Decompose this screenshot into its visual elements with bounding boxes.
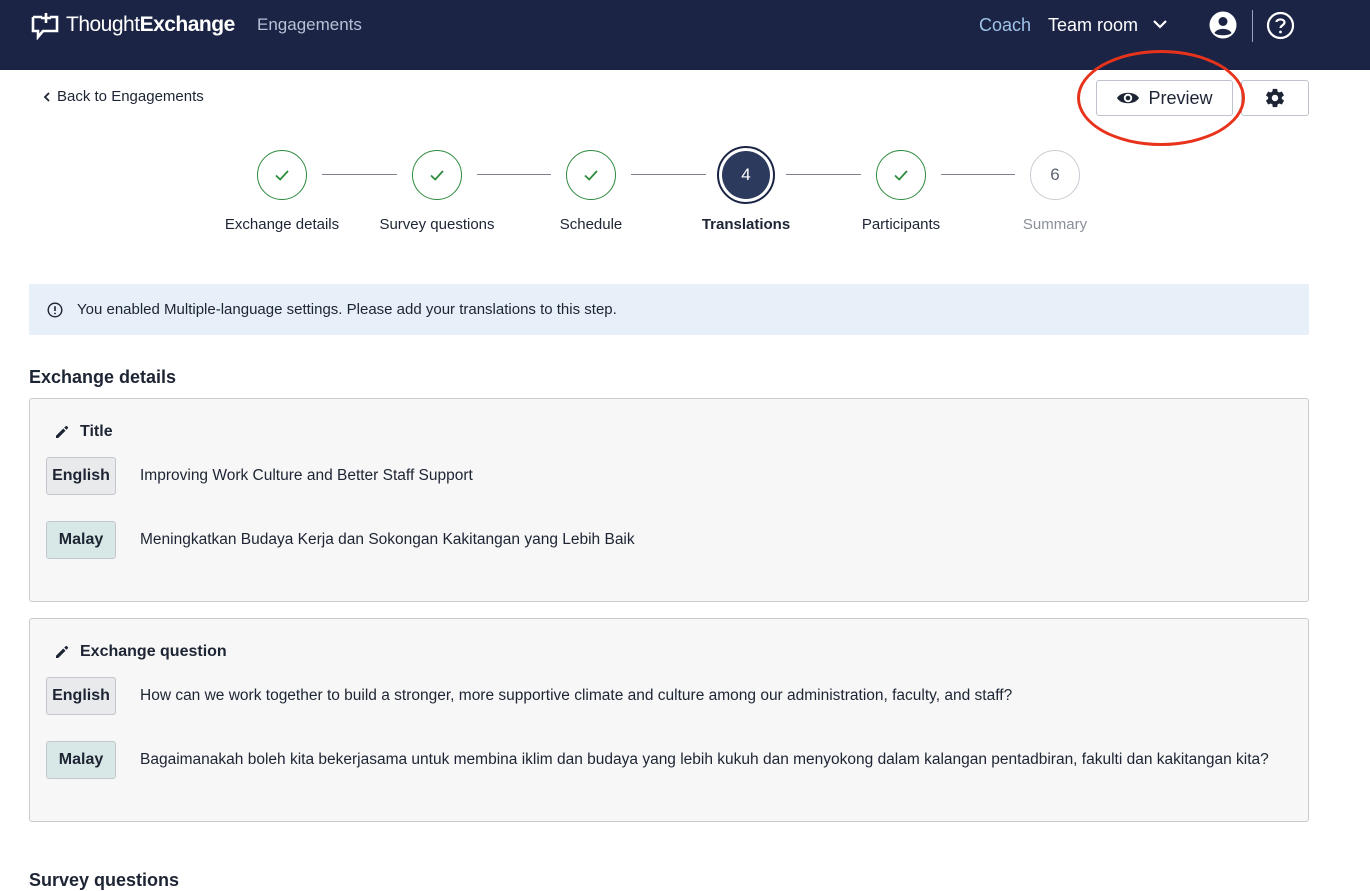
- user-account-icon[interactable]: [1209, 11, 1237, 39]
- pencil-icon: [56, 645, 69, 658]
- card-heading-label: Title: [80, 423, 113, 440]
- chevron-down-icon[interactable]: [1150, 14, 1170, 34]
- checkmark-icon: [430, 170, 444, 181]
- step-complete-indicator: [876, 150, 926, 200]
- nav-divider: [1252, 10, 1253, 42]
- step-number: 6: [1030, 150, 1080, 200]
- step-label: Exchange details: [224, 216, 340, 233]
- step-complete-indicator: [412, 150, 462, 200]
- section-title-survey-questions: Survey questions: [29, 870, 180, 890]
- back-to-engagements-link[interactable]: Back to Engagements: [41, 88, 204, 105]
- card-heading-label: Exchange question: [80, 643, 227, 660]
- malay-row[interactable]: Malay Meningkatkan Budaya Kerja dan Soko…: [46, 521, 635, 559]
- step-number: 4: [722, 151, 770, 199]
- step-complete-indicator: [566, 150, 616, 200]
- english-row: English How can we work together to buil…: [46, 677, 1012, 715]
- checkmark-icon: [275, 170, 289, 181]
- language-tag-english: English: [46, 457, 116, 495]
- settings-button[interactable]: [1241, 80, 1309, 116]
- help-icon[interactable]: [1266, 11, 1295, 40]
- exchange-question-translation-card: Exchange question English How can we wor…: [29, 618, 1309, 822]
- language-tag-english: English: [46, 677, 116, 715]
- alert-text: You enabled Multiple-language settings. …: [77, 301, 617, 318]
- title-translation-card: Title English Improving Work Culture and…: [29, 398, 1309, 602]
- nav-engagements-link[interactable]: Engagements: [257, 15, 362, 35]
- english-text: Improving Work Culture and Better Staff …: [140, 467, 473, 484]
- pencil-icon: [56, 425, 69, 438]
- checkmark-icon: [584, 170, 598, 181]
- card-heading[interactable]: Title: [54, 423, 113, 441]
- step-survey-questions[interactable]: Survey questions: [367, 150, 507, 233]
- back-label: Back to Engagements: [57, 88, 204, 105]
- logo-text: ThoughtExchange: [66, 13, 235, 36]
- info-alert: You enabled Multiple-language settings. …: [29, 284, 1309, 335]
- section-title-exchange-details: Exchange details: [29, 367, 177, 387]
- english-text: How can we work together to build a stro…: [140, 687, 1013, 704]
- logo-icon: [31, 13, 59, 40]
- step-label: Survey questions: [379, 216, 495, 233]
- nav-team-room-menu[interactable]: Team room: [1048, 15, 1138, 36]
- gear-icon: [1266, 88, 1284, 108]
- step-label: Schedule: [559, 216, 623, 233]
- english-row: English Improving Work Culture and Bette…: [46, 457, 473, 495]
- thoughtexchange-logo[interactable]: ThoughtExchange: [30, 10, 235, 40]
- step-complete-indicator: [257, 150, 307, 200]
- malay-row[interactable]: Malay Bagaimanakah boleh kita bekerjasam…: [46, 741, 1269, 779]
- info-icon: [47, 301, 63, 318]
- language-tag-malay: Malay: [46, 741, 116, 779]
- card-heading[interactable]: Exchange question: [54, 643, 227, 661]
- step-summary[interactable]: 6 Summary: [985, 150, 1125, 233]
- language-tag-malay: Malay: [46, 521, 116, 559]
- step-exchange-details[interactable]: Exchange details: [212, 150, 352, 233]
- malay-translation-text[interactable]: Meningkatkan Budaya Kerja dan Sokongan K…: [140, 531, 635, 549]
- step-schedule[interactable]: Schedule: [521, 150, 661, 233]
- step-current-indicator: 4: [717, 146, 775, 204]
- step-participants[interactable]: Participants: [831, 150, 971, 233]
- malay-translation-text[interactable]: Bagaimanakah boleh kita bekerjasama untu…: [140, 751, 1269, 769]
- highlight-annotation: [1077, 50, 1245, 146]
- nav-coach-link[interactable]: Coach: [979, 15, 1031, 36]
- chevron-left-icon: [43, 91, 50, 102]
- step-label: Participants: [861, 216, 941, 233]
- checkmark-icon: [894, 170, 908, 181]
- step-label: Summary: [1022, 216, 1088, 233]
- step-translations[interactable]: 4 Translations: [676, 146, 816, 233]
- step-label: Translations: [701, 216, 791, 233]
